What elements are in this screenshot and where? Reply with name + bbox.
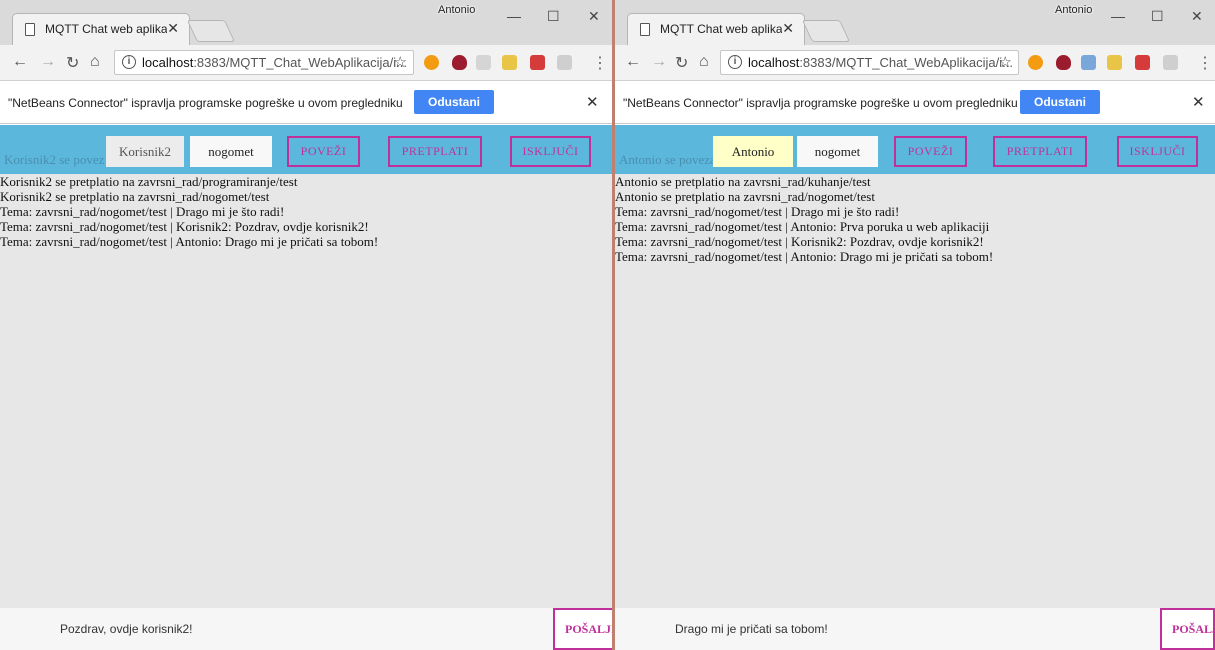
back-icon[interactable]: ← [12, 53, 28, 71]
browser-window-right: MQTT Chat web aplikacija ✕ Antonio — ☐ ✕… [615, 0, 1215, 650]
url-text: localhost:8383/MQTT_Chat_WebAplikacija/i… [142, 55, 407, 70]
bookmark-star-icon[interactable]: ☆ [394, 53, 407, 71]
list-item: Tema: zavrsni_rad/nogomet/test | Antonio… [615, 219, 990, 234]
tab-title: MQTT Chat web aplikacija [660, 22, 782, 36]
browser-toolbar: ← → ↻ ⌂ i localhost:8383/MQTT_Chat_WebAp… [0, 45, 612, 81]
infobar-close-icon[interactable]: ✕ [586, 93, 599, 111]
list-item: Tema: zavrsni_rad/nogomet/test | Korisni… [0, 219, 369, 234]
connection-status: Antonio se povezao [619, 152, 719, 167]
home-icon[interactable]: ⌂ [699, 53, 709, 71]
subscribe-button[interactable]: PRETPLATI [993, 136, 1087, 167]
list-item: Tema: zavrsni_rad/nogomet/test | Korisni… [615, 234, 984, 249]
subscribe-button[interactable]: PRETPLATI [388, 136, 482, 167]
browser-tab[interactable]: MQTT Chat web aplikacija ✕ [627, 13, 805, 45]
ublock-icon[interactable] [452, 55, 467, 70]
info-icon[interactable]: i [122, 55, 136, 69]
menu-icon[interactable]: ⋮ [1197, 53, 1213, 73]
app-header: Korisnik2 se povezao Korisnik2 nogomet P… [0, 125, 612, 174]
home-icon[interactable]: ⌂ [90, 53, 100, 71]
list-item: Tema: zavrsni_rad/nogomet/test | Antonio… [0, 234, 379, 249]
new-tab-button[interactable] [186, 20, 236, 42]
browser-tab[interactable]: MQTT Chat web aplikacija ✕ [12, 13, 190, 45]
title-bar: MQTT Chat web aplikacija ✕ Antonio — ☐ ✕ [615, 0, 1215, 45]
infobar: "NetBeans Connector" ispravlja programsk… [615, 82, 1215, 124]
extension-shield-icon[interactable] [1081, 55, 1096, 70]
page-icon [640, 23, 650, 36]
menu-icon[interactable]: ⋮ [592, 53, 608, 73]
tab-close-icon[interactable]: ✕ [782, 20, 794, 37]
close-window-icon[interactable]: ✕ [1191, 8, 1203, 25]
url-text: localhost:8383/MQTT_Chat_WebAplikacija/i… [748, 55, 1013, 70]
list-item: Korisnik2 se pretplatio na zavrsni_rad/p… [0, 174, 298, 189]
tab-close-icon[interactable]: ✕ [167, 20, 179, 37]
reload-icon[interactable]: ↻ [66, 53, 79, 73]
bookmark-star-icon[interactable]: ☆ [999, 53, 1012, 71]
topic-input[interactable]: nogomet [797, 136, 878, 167]
disconnect-button[interactable]: ISKLJUČI [1117, 136, 1198, 167]
profile-name[interactable]: Antonio [1055, 4, 1092, 16]
chat-app: Antonio se povezao Antonio nogomet POVEŽ… [615, 125, 1215, 650]
close-window-icon[interactable]: ✕ [588, 8, 600, 25]
maximize-icon[interactable]: ☐ [1151, 8, 1164, 25]
address-bar[interactable]: i localhost:8383/MQTT_Chat_WebAplikacija… [114, 50, 414, 75]
list-item: Antonio se pretplatio na zavrsni_rad/nog… [615, 189, 875, 204]
list-item: Tema: zavrsni_rad/nogomet/test | Drago m… [615, 204, 900, 219]
send-button[interactable]: POŠALJI [553, 608, 612, 650]
message-input[interactable]: Pozdrav, ovdje korisnik2! [0, 608, 553, 650]
address-bar[interactable]: i localhost:8383/MQTT_Chat_WebAplikacija… [720, 50, 1019, 75]
minimize-icon[interactable]: — [507, 8, 521, 24]
connect-button[interactable]: POVEŽI [287, 136, 360, 167]
extension-reader-icon[interactable] [1163, 55, 1178, 70]
extension-flame-icon[interactable] [1028, 55, 1043, 70]
info-icon[interactable]: i [728, 55, 742, 69]
infobar-cancel-button[interactable]: Odustani [1020, 90, 1101, 114]
profile-name[interactable]: Antonio [438, 4, 475, 16]
username-input[interactable]: Korisnik2 [106, 136, 184, 167]
connection-status: Korisnik2 se povezao [4, 152, 104, 167]
title-bar: MQTT Chat web aplikacija ✕ Antonio — ☐ ✕ [0, 0, 612, 45]
infobar-close-icon[interactable]: ✕ [1192, 93, 1205, 111]
extension-gray-icon[interactable] [476, 55, 491, 70]
reload-icon[interactable]: ↻ [675, 53, 688, 73]
extension-notes-icon[interactable] [1107, 55, 1122, 70]
new-tab-button[interactable] [801, 20, 851, 42]
extension-reader-icon[interactable] [557, 55, 572, 70]
list-item: Tema: zavrsni_rad/nogomet/test | Antonio… [615, 249, 994, 264]
forward-icon[interactable]: → [40, 53, 56, 71]
tab-title: MQTT Chat web aplikacija [45, 22, 167, 36]
extension-chat-icon[interactable] [1135, 55, 1150, 70]
app-header: Antonio se povezao Antonio nogomet POVEŽ… [615, 125, 1215, 174]
extension-chat-icon[interactable] [530, 55, 545, 70]
list-item: Antonio se pretplatio na zavrsni_rad/kuh… [615, 174, 871, 189]
forward-icon[interactable]: → [651, 53, 667, 71]
message-log: Korisnik2 se pretplatio na zavrsni_rad/p… [0, 174, 612, 249]
ublock-icon[interactable] [1056, 55, 1071, 70]
message-log: Antonio se pretplatio na zavrsni_rad/kuh… [615, 174, 1215, 264]
browser-toolbar: ← → ↻ ⌂ i localhost:8383/MQTT_Chat_WebAp… [615, 45, 1215, 81]
infobar-cancel-button[interactable]: Odustani [414, 90, 495, 114]
connect-button[interactable]: POVEŽI [894, 136, 967, 167]
send-button[interactable]: POŠALJI [1160, 608, 1215, 650]
back-icon[interactable]: ← [625, 53, 641, 71]
list-item: Tema: zavrsni_rad/nogomet/test | Drago m… [0, 204, 285, 219]
extension-flame-icon[interactable] [424, 55, 439, 70]
message-composer: Drago mi je pričati sa tobom! POŠALJI [615, 608, 1215, 650]
page-icon [25, 23, 35, 36]
message-composer: Pozdrav, ovdje korisnik2! POŠALJI [0, 608, 612, 650]
infobar-message: "NetBeans Connector" ispravlja programsk… [8, 96, 403, 110]
browser-window-left: MQTT Chat web aplikacija ✕ Antonio — ☐ ✕… [0, 0, 612, 650]
chat-app: Korisnik2 se povezao Korisnik2 nogomet P… [0, 125, 612, 650]
topic-input[interactable]: nogomet [190, 136, 272, 167]
list-item: Korisnik2 se pretplatio na zavrsni_rad/n… [0, 189, 270, 204]
minimize-icon[interactable]: — [1111, 8, 1125, 24]
disconnect-button[interactable]: ISKLJUČI [510, 136, 591, 167]
infobar-message: "NetBeans Connector" ispravlja programsk… [623, 96, 1018, 110]
infobar: "NetBeans Connector" ispravlja programsk… [0, 82, 612, 124]
maximize-icon[interactable]: ☐ [547, 8, 560, 25]
extension-notes-icon[interactable] [502, 55, 517, 70]
message-input[interactable]: Drago mi je pričati sa tobom! [615, 608, 1160, 650]
username-input[interactable]: Antonio [713, 136, 793, 167]
